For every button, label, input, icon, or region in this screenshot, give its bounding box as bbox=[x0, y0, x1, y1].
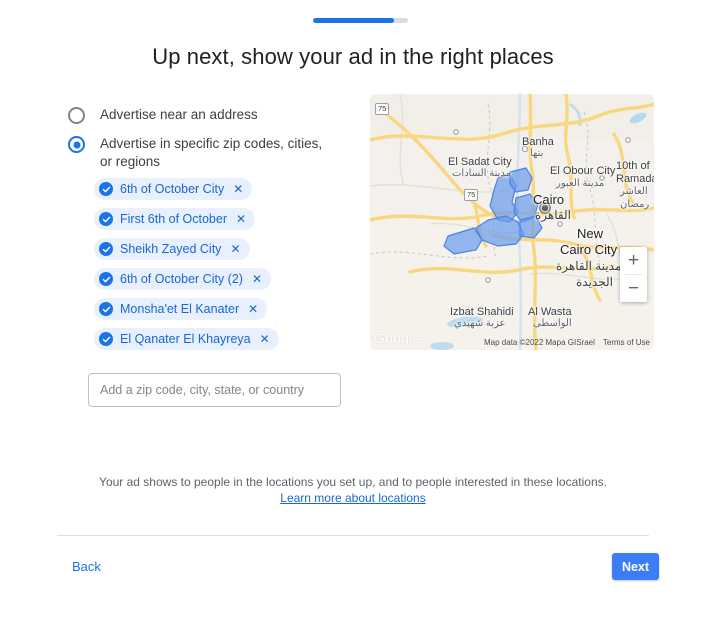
map-data-credit: Map data ©2022 Mapa GISrael bbox=[484, 338, 595, 347]
chip-label: 6th of October City bbox=[120, 181, 225, 196]
back-button[interactable]: Back bbox=[72, 559, 101, 574]
chip-row: 6th of October City ✕ bbox=[94, 178, 358, 208]
radio-label-specific-regions: Advertise in specific zip codes, cities,… bbox=[100, 136, 323, 169]
progress-bar bbox=[313, 18, 408, 23]
chip-label: 6th of October City (2) bbox=[120, 271, 243, 286]
terms-of-use-link[interactable]: Terms of Use bbox=[603, 338, 650, 347]
chip-remove-icon[interactable]: ✕ bbox=[248, 303, 258, 315]
chip-row: El Qanater El Khayreya ✕ bbox=[94, 328, 358, 358]
helper-text-body: Your ad shows to people in the locations… bbox=[99, 475, 607, 489]
progress-bar-fill bbox=[313, 18, 394, 23]
location-chip[interactable]: First 6th of October ✕ bbox=[94, 208, 256, 230]
check-circle-icon bbox=[99, 332, 113, 346]
check-circle-icon bbox=[99, 242, 113, 256]
map-tiles bbox=[370, 94, 654, 350]
zoom-out-button[interactable]: − bbox=[620, 275, 647, 302]
map-attribution: Map data ©2022 Mapa GISrael Terms of Use bbox=[484, 338, 650, 347]
chip-row: First 6th of October ✕ bbox=[94, 208, 358, 238]
learn-more-locations-link[interactable]: Learn more about locations bbox=[280, 491, 425, 505]
radio-option-near-address[interactable]: Advertise near an address bbox=[68, 106, 358, 124]
zoom-in-button[interactable]: + bbox=[620, 247, 647, 274]
location-chip[interactable]: 6th of October City (2) ✕ bbox=[94, 268, 272, 290]
footer-divider bbox=[57, 535, 649, 536]
map-zoom-controls: + − bbox=[620, 247, 647, 302]
page-title: Up next, show your ad in the right place… bbox=[152, 44, 554, 69]
location-chip[interactable]: Sheikh Zayed City ✕ bbox=[94, 238, 250, 260]
chip-row: Monsha'et El Kanater ✕ bbox=[94, 298, 358, 328]
selected-locations-chip-list: 6th of October City ✕ First 6th of October… bbox=[94, 178, 358, 358]
chip-row: 6th of October City (2) ✕ bbox=[94, 268, 358, 298]
chip-row: Sheikh Zayed City ✕ bbox=[94, 238, 358, 268]
ad-location-setup-page: Up next, show your ad in the right place… bbox=[0, 0, 706, 643]
chip-label: First 6th of October bbox=[120, 211, 227, 226]
chip-label: El Qanater El Khayreya bbox=[120, 331, 251, 346]
chip-remove-icon[interactable]: ✕ bbox=[260, 333, 270, 345]
check-circle-icon bbox=[99, 302, 113, 316]
radio-option-specific-regions[interactable]: Advertise in specific zip codes, cities,… bbox=[68, 135, 358, 171]
location-chip[interactable]: 6th of October City ✕ bbox=[94, 178, 253, 200]
location-chip[interactable]: El Qanater El Khayreya ✕ bbox=[94, 328, 279, 350]
google-logo-watermark: Google bbox=[374, 330, 421, 346]
chip-remove-icon[interactable]: ✕ bbox=[236, 213, 246, 225]
route-shield-icon: 75 bbox=[375, 103, 390, 115]
location-search-input[interactable] bbox=[88, 373, 341, 407]
chip-label: Sheikh Zayed City bbox=[120, 241, 222, 256]
check-circle-icon bbox=[99, 272, 113, 286]
chip-remove-icon[interactable]: ✕ bbox=[233, 183, 243, 195]
location-preview-map[interactable]: El Sadat City مدينة السادات Banha بنها El Ob… bbox=[370, 94, 654, 350]
chip-remove-icon[interactable]: ✕ bbox=[230, 243, 240, 255]
route-shield-icon: 75 bbox=[464, 189, 479, 201]
location-targeting-options: Advertise near an address Advertise in s… bbox=[68, 106, 358, 358]
check-circle-icon bbox=[99, 182, 113, 196]
locations-helper-text: Your ad shows to people in the locations… bbox=[83, 474, 623, 506]
check-circle-icon bbox=[99, 212, 113, 226]
chip-label: Monsha'et El Kanater bbox=[120, 301, 240, 316]
radio-icon-near-address[interactable] bbox=[68, 107, 85, 124]
radio-icon-specific-regions[interactable] bbox=[68, 136, 85, 153]
chip-remove-icon[interactable]: ✕ bbox=[252, 273, 262, 285]
location-chip[interactable]: Monsha'et El Kanater ✕ bbox=[94, 298, 268, 320]
radio-label-near-address: Advertise near an address bbox=[100, 107, 258, 122]
next-button[interactable]: Next bbox=[612, 553, 659, 580]
